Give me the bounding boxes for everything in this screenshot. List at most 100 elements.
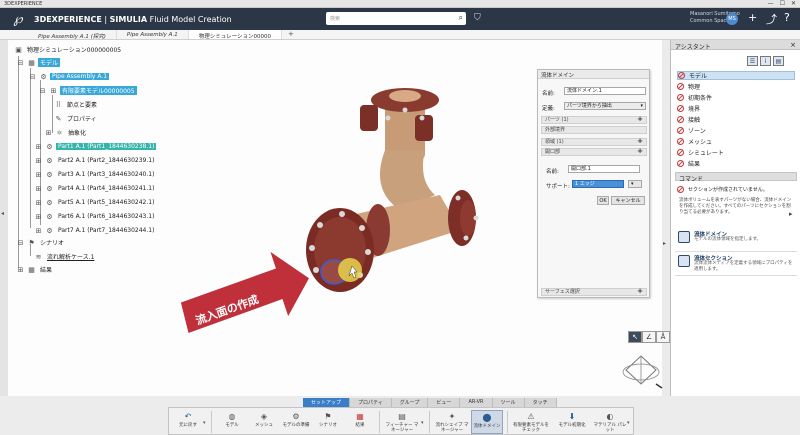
search-icon[interactable]: ⌕: [459, 13, 463, 23]
compass-icon[interactable]: [616, 350, 666, 390]
section-openings[interactable]: 開口部 +: [541, 148, 647, 156]
chevron-down-icon[interactable]: ▾: [203, 420, 206, 426]
expand-plus-icon[interactable]: ⊞: [44, 129, 53, 137]
tree-item-nodes[interactable]: ⠿ 節点と要素: [54, 100, 99, 110]
tree-item-root[interactable]: ▣ 物理シミュレーション000000005: [14, 45, 123, 55]
material-palette-button[interactable]: ◐ マテリアル パレット: [593, 410, 627, 434]
document-icon[interactable]: ▤: [773, 56, 784, 66]
tree-item-part[interactable]: ⊞ ⚙ Part1 A.1 (Part1_1844630238.1): [34, 142, 157, 151]
pipe-assembly-model[interactable]: [290, 80, 520, 300]
measure-icon[interactable]: ∠: [642, 331, 656, 343]
tab-touch[interactable]: タッチ: [524, 398, 557, 407]
model-button[interactable]: ◍ モデル: [217, 410, 247, 434]
chevron-left-icon[interactable]: ◂: [1, 210, 4, 217]
avatar[interactable]: MS: [726, 13, 738, 25]
cancel-button[interactable]: キャンセル: [611, 196, 645, 205]
tab-pipe-assembly-explore[interactable]: Pipe Assembly A.1 (探究): [28, 30, 117, 40]
assistant-item-initial-conditions[interactable]: 初期条件: [677, 93, 712, 102]
section-surface-selection[interactable]: サーフェス選択 +: [541, 288, 647, 296]
annotation-icon[interactable]: Å: [656, 331, 670, 343]
scenario-button[interactable]: ⚑ シナリオ: [313, 410, 343, 434]
tab-groups[interactable]: グループ: [391, 398, 429, 407]
chevron-down-icon[interactable]: ▾: [421, 420, 424, 426]
model-prep-button[interactable]: ⚙ モデルの準備: [281, 410, 311, 434]
tree-item-part[interactable]: ⊞ ⚙ Part7 A.1 (Part7_1844630244.1): [34, 226, 156, 235]
search-input[interactable]: 検索 ⌕: [326, 12, 466, 25]
definition-dropdown[interactable]: パーツ境界から抽出 ▾: [564, 102, 646, 110]
expand-plus-icon[interactable]: ⊞: [34, 199, 43, 207]
tree-item-fem[interactable]: ⊟ ⊞ 有限要素モデル00000005: [38, 86, 137, 95]
tab-physics-simulation[interactable]: 物理シミュレーション00000: [188, 30, 283, 40]
tree-item-part[interactable]: ⊞ ⚙ Part2 A.1 (Part2_1844630239.1): [34, 156, 156, 165]
add-icon[interactable]: +: [748, 11, 757, 24]
expand-minus-icon[interactable]: ⊟: [16, 239, 25, 247]
tree-item-part[interactable]: ⊞ ⚙ Part4 A.1 (Part4_1844630241.1): [34, 184, 156, 193]
results-button[interactable]: ▦ 結果: [345, 410, 375, 434]
section-external-boundary[interactable]: 外部境界: [541, 126, 647, 134]
minimize-icon[interactable]: —: [768, 0, 774, 7]
assistant-item-results[interactable]: 結果: [677, 159, 700, 168]
tree-item-properties[interactable]: ✎ プロパティ: [54, 114, 99, 124]
info-icon[interactable]: i: [760, 56, 771, 66]
tab-setup[interactable]: セットアップ: [303, 398, 351, 407]
add-tab-icon[interactable]: +: [282, 30, 300, 39]
assistant-item-zone[interactable]: ゾーン: [677, 126, 706, 135]
assistant-item-model[interactable]: モデル: [677, 71, 795, 80]
flow-shape-manager-button[interactable]: ✦ 流れシェイプ マネージャー: [435, 410, 469, 434]
opening-name-field[interactable]: 開口部.1: [568, 165, 640, 173]
expand-plus-icon[interactable]: ⊞: [16, 266, 25, 274]
tag-icon[interactable]: ⛉: [474, 13, 481, 23]
expand-minus-icon[interactable]: ⊟: [28, 73, 37, 81]
assistant-item-contact[interactable]: 接触: [677, 115, 700, 124]
maximize-icon[interactable]: ☐: [780, 0, 785, 7]
left-collapse-bar[interactable]: ◂: [0, 40, 8, 396]
chevron-right-icon[interactable]: ▸: [663, 240, 666, 247]
tab-pipe-assembly[interactable]: Pipe Assembly A.1: [117, 30, 189, 39]
tree-item-part[interactable]: ⊞ ⚙ Part5 A.1 (Part5_1844630242.1): [34, 198, 156, 207]
compass-logo-icon[interactable]: ℘: [6, 10, 30, 28]
tab-view[interactable]: ビュー: [428, 398, 461, 407]
assistant-item-boundary[interactable]: 境界: [677, 104, 700, 113]
expand-plus-icon[interactable]: ⊞: [34, 213, 43, 221]
section-parts[interactable]: パーツ (1) +: [541, 116, 647, 124]
expand-minus-icon[interactable]: ⊟: [16, 59, 25, 67]
expand-plus-icon[interactable]: ⊞: [34, 157, 43, 165]
expand-minus-icon[interactable]: ⊟: [38, 87, 47, 95]
tree-view-icon[interactable]: ☰: [747, 56, 758, 66]
tree-item-abstraction[interactable]: ⊞ ⚛ 抽象化: [44, 128, 88, 138]
tab-properties[interactable]: プロパティ: [350, 398, 392, 407]
mesh-button[interactable]: ◈ メッシュ: [249, 410, 279, 434]
card-fluid-domain[interactable]: 流体ドメイン モデルの流体領域を指定します。: [675, 228, 797, 252]
tree-item-assembly[interactable]: ⊟ ⚙ Pipe Assembly A.1: [28, 72, 110, 81]
tree-item-case[interactable]: ≋ 流れ解析ケース.1: [34, 252, 96, 262]
section-region[interactable]: 領域 (1) +: [541, 138, 647, 146]
domain-name-field[interactable]: 流体ドメイン.1: [564, 87, 646, 95]
tree-item-scenario[interactable]: ⊟ ⚑ シナリオ: [16, 238, 66, 248]
chevron-down-icon[interactable]: ▾: [627, 420, 630, 426]
assistant-item-mesh[interactable]: メッシュ: [677, 137, 712, 146]
feature-manager-button[interactable]: ▤ フィーチャー マネージャー: [385, 410, 419, 434]
expand-plus-icon[interactable]: ⊞: [34, 143, 43, 151]
support-selection-field[interactable]: 1 エッジ: [572, 180, 624, 188]
ok-button[interactable]: OK: [597, 196, 609, 205]
tab-ar-vr[interactable]: AR-VR: [460, 398, 493, 407]
support-options-dropdown[interactable]: ▾: [628, 180, 642, 188]
chevron-right-icon[interactable]: ▸: [789, 210, 793, 218]
assistant-item-simulate[interactable]: シミュレート: [677, 148, 724, 157]
fluid-domain-button[interactable]: ⬤ 流体ドメイン: [471, 410, 503, 434]
tree-item-part[interactable]: ⊞ ⚙ Part3 A.1 (Part3_1844630240.1): [34, 170, 156, 179]
tab-tools[interactable]: ツール: [492, 398, 525, 407]
model-init-button[interactable]: ⬇ モデル初期化: [555, 410, 589, 434]
command-section[interactable]: コマンド: [675, 172, 797, 183]
expand-plus-icon[interactable]: ⊞: [34, 227, 43, 235]
expand-plus-icon[interactable]: ⊞: [34, 185, 43, 193]
tree-item-model[interactable]: ⊟ ▦ モデル: [16, 58, 61, 67]
undo-button[interactable]: ↶ 元に戻す: [173, 410, 203, 434]
share-icon[interactable]: ⤴: [766, 11, 777, 27]
close-icon[interactable]: ✕: [791, 0, 796, 7]
tree-item-results[interactable]: ⊞ ▦ 結果: [16, 265, 54, 275]
help-icon[interactable]: ?: [784, 11, 790, 24]
select-icon[interactable]: ↖: [628, 331, 642, 343]
assistant-item-physics[interactable]: 物理: [677, 82, 700, 91]
expand-plus-icon[interactable]: ⊞: [34, 171, 43, 179]
